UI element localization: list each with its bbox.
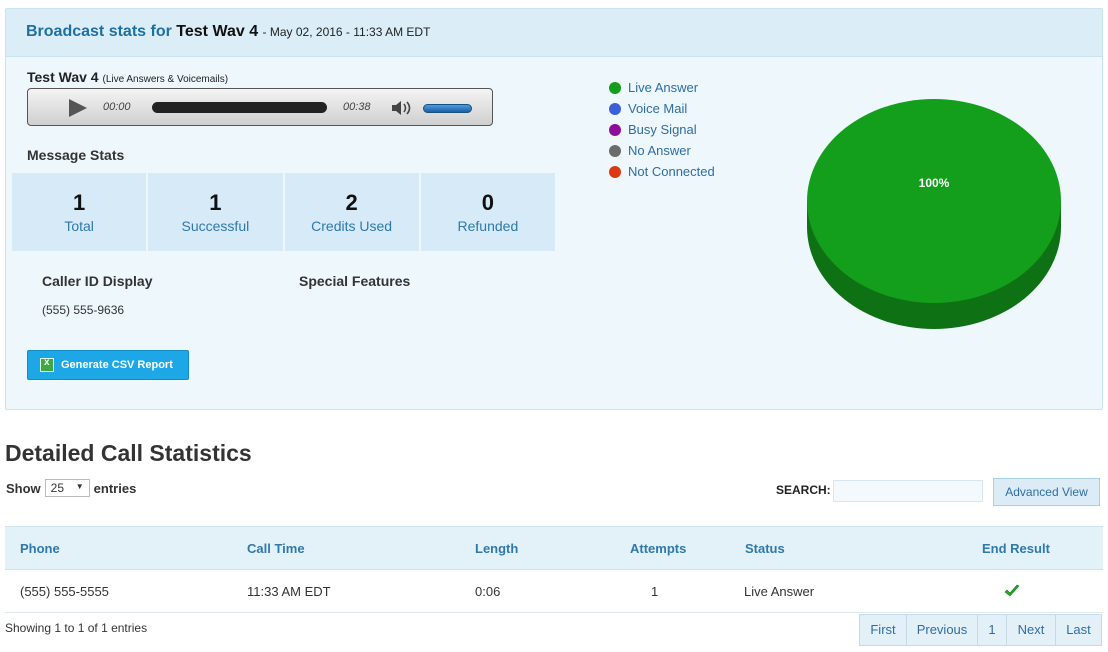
generate-csv-button[interactable]: Generate CSV Report (27, 350, 189, 380)
stat-value: 1 (209, 190, 222, 215)
column-header-status[interactable]: Status (745, 541, 785, 556)
legend-item[interactable]: Live Answer (609, 77, 715, 98)
duration: 00:38 (343, 101, 371, 113)
page-next-button[interactable]: Next (1006, 614, 1056, 646)
recording-title: Test Wav 4 (Live Answers & Voicemails) (27, 69, 228, 85)
broadcast-name: Test Wav 4 (176, 23, 259, 40)
spreadsheet-icon (40, 357, 54, 372)
legend-label: No Answer (628, 143, 691, 158)
pie-data-label: 100% (919, 176, 950, 190)
search-label: SEARCH: (776, 483, 831, 497)
showing-entries-info: Showing 1 to 1 of 1 entries (5, 621, 148, 635)
cell-phone: (555) 555-5555 (20, 584, 109, 599)
seek-bar[interactable] (152, 102, 327, 113)
page-last-button[interactable]: Last (1055, 614, 1102, 646)
stat-value: 2 (345, 190, 358, 215)
pie-chart: 100% (807, 99, 1061, 329)
column-header-phone[interactable]: Phone (20, 541, 60, 556)
table-row: (555) 555-5555 11:33 AM EDT 0:06 1 Live … (5, 570, 1103, 613)
audio-player: 00:00 00:38 (27, 88, 493, 126)
column-header-call-time[interactable]: Call Time (247, 541, 305, 556)
legend-item[interactable]: No Answer (609, 140, 715, 161)
stat-refunded: 0 Refunded (420, 173, 555, 251)
chart-legend: Live Answer Voice Mail Busy Signal No An… (609, 77, 715, 182)
cell-attempts: 1 (651, 584, 659, 599)
legend-label: Busy Signal (628, 122, 697, 137)
entries-select[interactable]: 25 (44, 479, 90, 497)
legend-label: Not Connected (628, 164, 715, 179)
check-icon (1004, 584, 1020, 597)
message-stats-heading: Message Stats (27, 147, 125, 163)
pagination: First Previous 1 Next Last (859, 614, 1102, 646)
stat-value: 0 (481, 190, 494, 215)
entries-label: entries (93, 480, 137, 496)
legend-item[interactable]: Voice Mail (609, 98, 715, 119)
column-header-length[interactable]: Length (475, 541, 518, 556)
stat-credits-used: 2 Credits Used (284, 173, 419, 251)
legend-dot (609, 123, 621, 136)
stat-successful: 1 Successful (148, 173, 283, 251)
broadcast-stats-panel: Broadcast stats for Test Wav 4 - May 02,… (5, 8, 1103, 410)
caller-id-value: (555) 555-9636 (42, 303, 125, 317)
table-header: Phone Call Time Length Attempts Status E… (5, 526, 1103, 570)
stat-label: Total (64, 218, 94, 234)
stat-label: Credits Used (311, 218, 393, 234)
show-label: Show (6, 480, 41, 496)
play-icon[interactable] (69, 99, 87, 117)
stat-value: 1 (73, 190, 86, 215)
cell-status: Live Answer (744, 584, 815, 599)
legend-item[interactable]: Busy Signal (609, 119, 715, 140)
legend-dot (609, 102, 621, 115)
detailed-stats-heading: Detailed Call Statistics (5, 440, 252, 466)
recording-name: Test Wav 4 (27, 69, 99, 85)
stat-total: 1 Total (12, 173, 147, 251)
caller-id-heading: Caller ID Display (42, 273, 153, 289)
current-time: 00:00 (103, 101, 131, 113)
generate-csv-label: Generate CSV Report (61, 359, 173, 371)
entries-control: Show 25 entries (6, 479, 136, 497)
special-features-heading: Special Features (299, 273, 411, 289)
page-number-button[interactable]: 1 (977, 614, 1007, 646)
legend-item[interactable]: Not Connected (609, 161, 715, 182)
cell-length: 0:06 (475, 584, 501, 599)
legend-dot (609, 165, 621, 178)
page-first-button[interactable]: First (859, 614, 907, 646)
heading-prefix: Broadcast stats for (26, 23, 172, 40)
legend-label: Voice Mail (628, 101, 688, 116)
column-header-end-result[interactable]: End Result (982, 541, 1050, 556)
column-header-attempts[interactable]: Attempts (630, 541, 686, 556)
broadcast-date: - May 02, 2016 - 11:33 AM EDT (262, 25, 431, 39)
cell-call-time: 11:33 AM EDT (247, 584, 331, 599)
page-previous-button[interactable]: Previous (906, 614, 978, 646)
stat-label: Successful (181, 218, 250, 234)
legend-dot (609, 81, 621, 94)
pie-slice[interactable] (807, 99, 1061, 303)
panel-header: Broadcast stats for Test Wav 4 - May 02,… (6, 9, 1102, 57)
search-input[interactable] (833, 480, 983, 502)
legend-dot (609, 144, 621, 157)
call-stats-table: Phone Call Time Length Attempts Status E… (5, 526, 1103, 613)
speaker-icon[interactable] (391, 100, 415, 116)
message-stats: 1 Total 1 Successful 2 Credits Used 0 Re… (12, 173, 555, 251)
recording-subtitle: (Live Answers & Voicemails) (102, 74, 229, 85)
advanced-view-button[interactable]: Advanced View (993, 478, 1100, 506)
legend-label: Live Answer (628, 80, 699, 95)
stat-label: Refunded (457, 218, 519, 234)
volume-slider[interactable] (423, 104, 472, 113)
